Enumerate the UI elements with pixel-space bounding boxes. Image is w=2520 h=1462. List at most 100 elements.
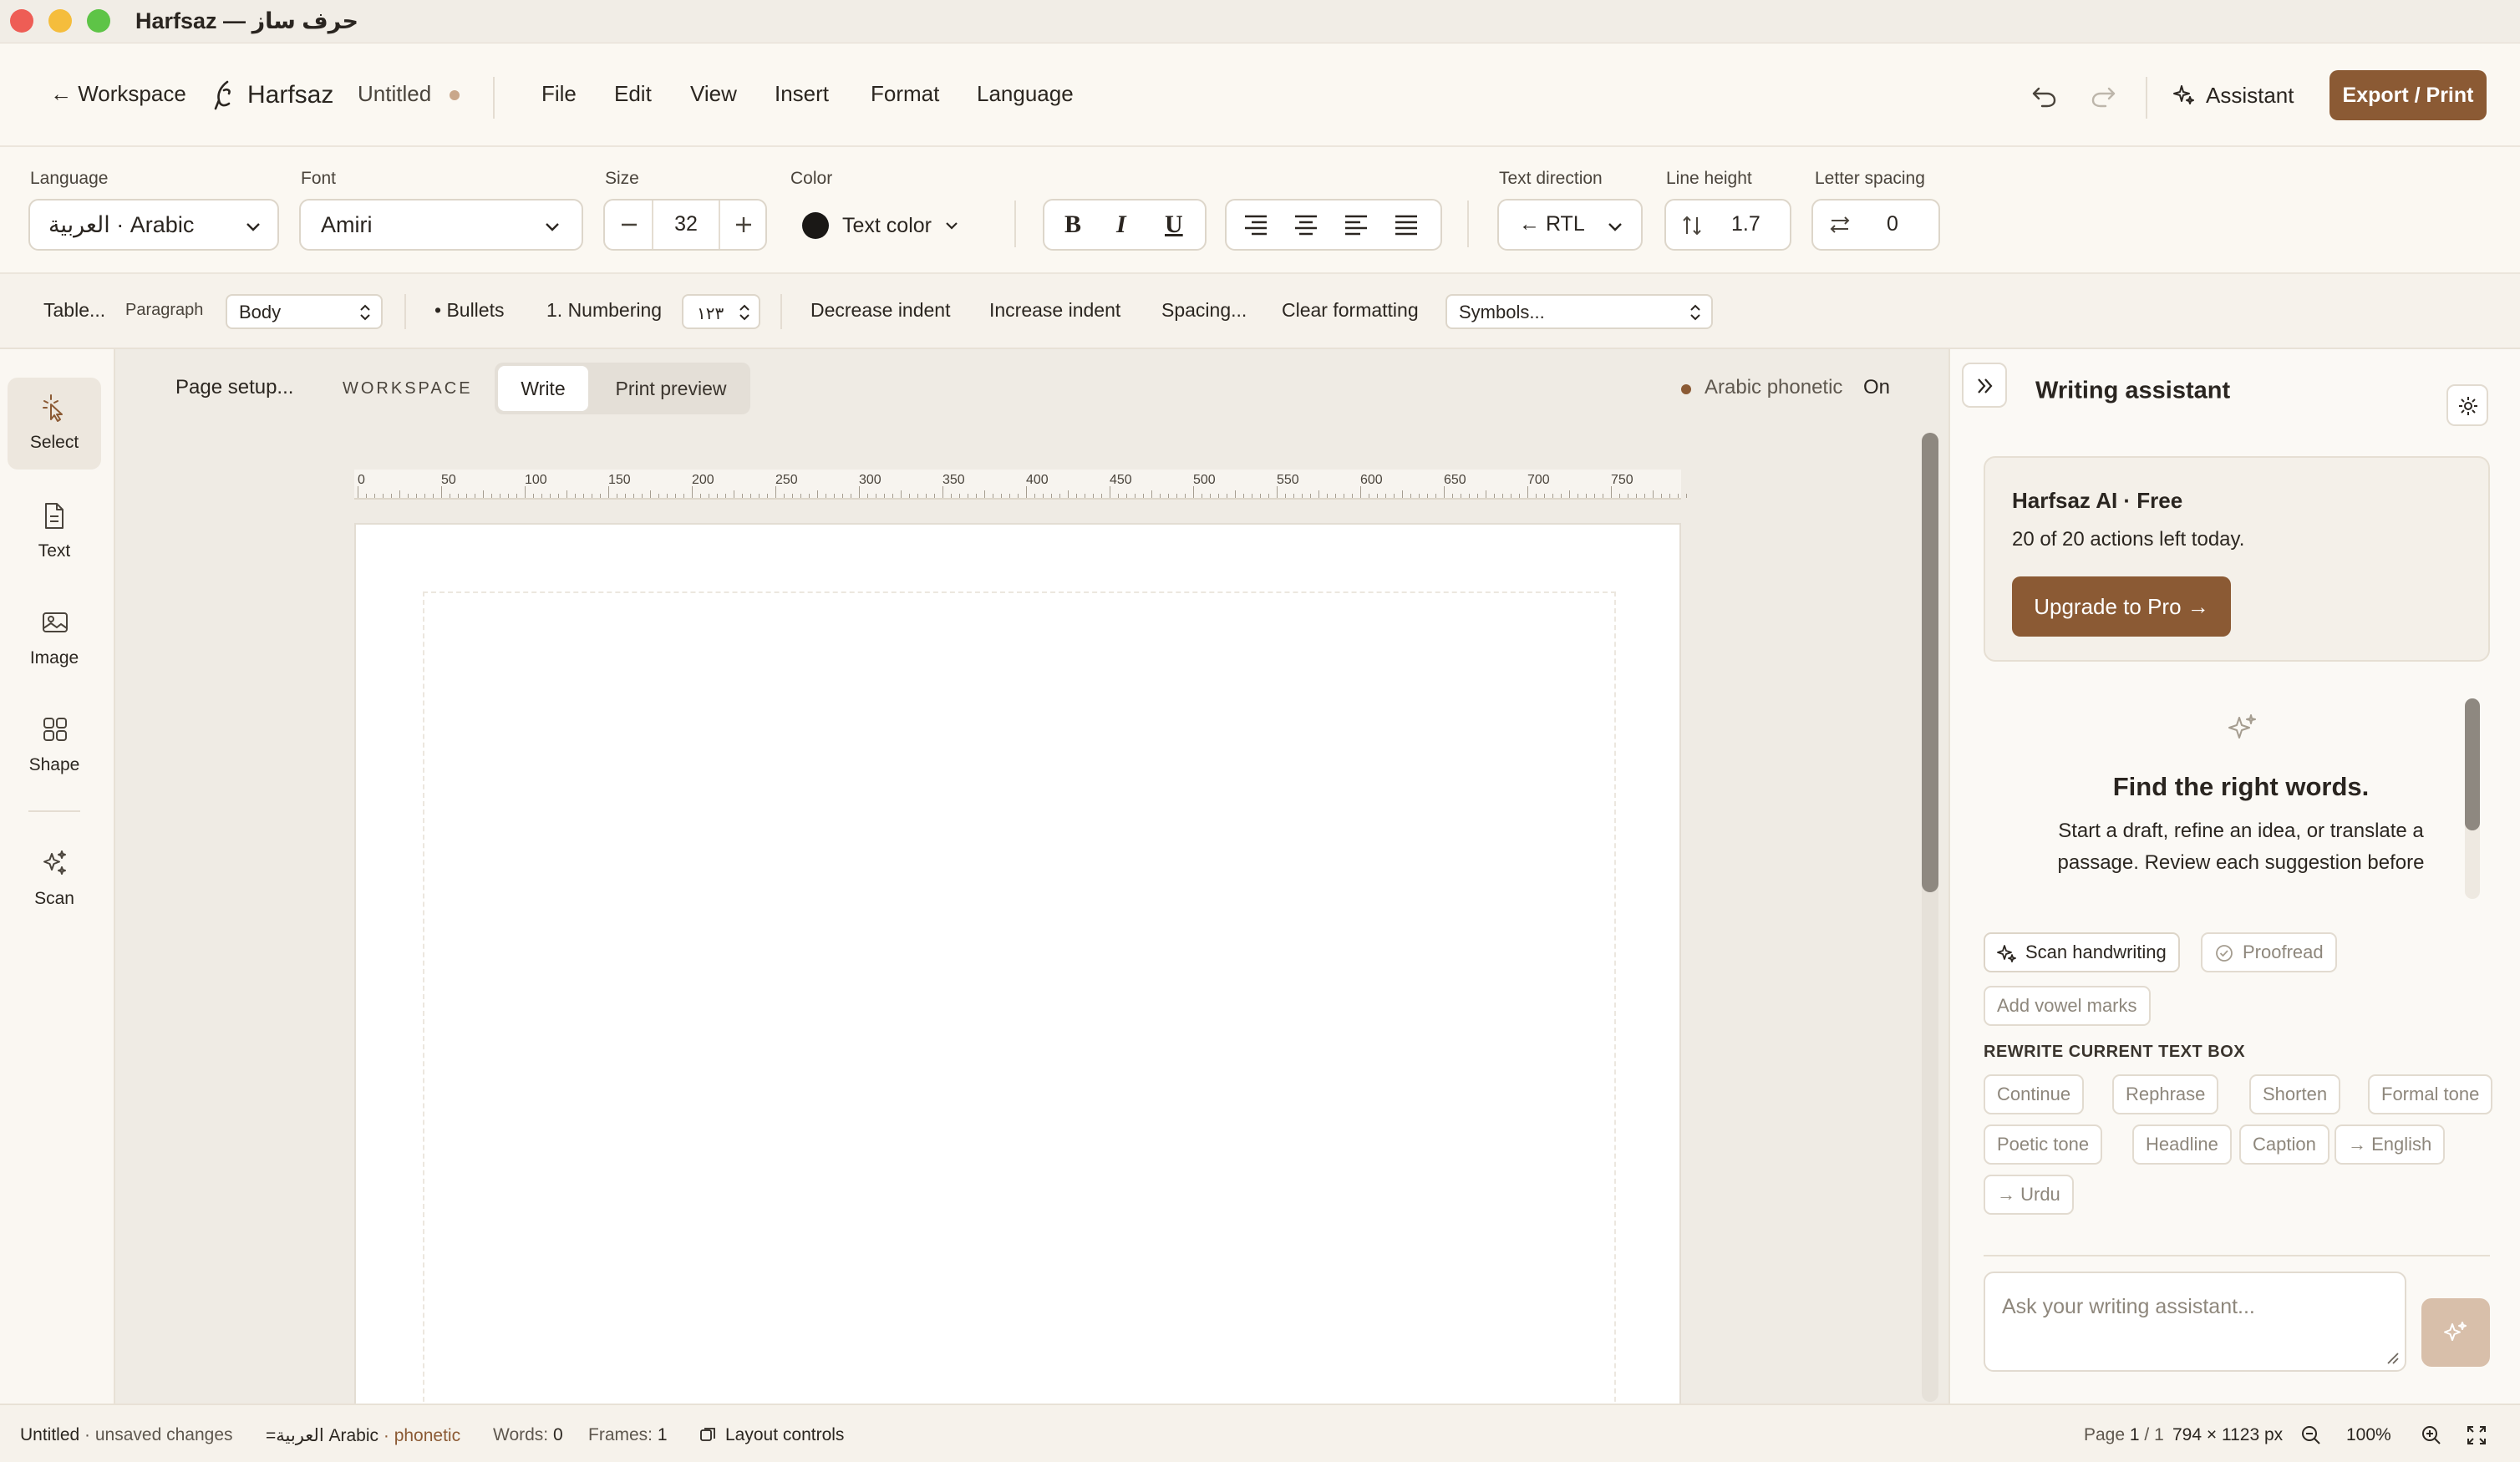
document-state: Untitled · unsaved changes	[20, 1425, 233, 1445]
align-justify-icon[interactable]	[1392, 212, 1420, 237]
translate-english-chip[interactable]: → English	[2335, 1124, 2446, 1165]
send-prompt-button[interactable]	[2421, 1298, 2490, 1367]
text-direction-select[interactable]: ← RTL	[1497, 199, 1643, 251]
underline-button[interactable]: U	[1165, 211, 1183, 239]
assistant-button[interactable]: Assistant	[2172, 79, 2294, 112]
scan-handwriting-chip[interactable]: Scan handwriting	[1984, 932, 2180, 972]
upgrade-button[interactable]: Upgrade to Pro →	[2012, 576, 2231, 637]
spacing-button[interactable]: Spacing...	[1161, 299, 1247, 322]
minimize-window-button[interactable]	[48, 9, 72, 33]
language-value: العربية · Arabic	[48, 212, 195, 237]
rewrite-poetic-tone-chip[interactable]: Poetic tone	[1984, 1124, 2103, 1165]
paragraph-style-select[interactable]: Body	[226, 294, 383, 329]
export-print-button[interactable]: Export / Print	[2329, 70, 2487, 120]
symbols-select[interactable]: Symbols...	[1445, 294, 1713, 329]
resize-handle-icon[interactable]	[2385, 1350, 2400, 1365]
close-window-button[interactable]	[10, 9, 33, 33]
maximize-window-button[interactable]	[87, 9, 110, 33]
ruler-tick-mark	[399, 490, 400, 498]
page-setup-button[interactable]: Page setup...	[175, 376, 293, 399]
document-title[interactable]: Untitled	[358, 81, 431, 107]
tool-text[interactable]: Text	[8, 486, 101, 578]
tool-select[interactable]: Select	[8, 378, 101, 470]
redo-icon[interactable]	[2089, 82, 2117, 110]
ruler-tick-label: 350	[942, 473, 965, 487]
text-color-picker[interactable]: Text color	[802, 209, 960, 242]
decrease-indent-button[interactable]: Decrease indent	[810, 299, 951, 322]
ruler-tick-mark	[1360, 486, 1361, 498]
rewrite-formal-tone-chip[interactable]: Formal tone	[2368, 1074, 2493, 1114]
back-to-workspace-link[interactable]: ← Workspace	[50, 81, 186, 107]
updown-chevron-icon	[1688, 303, 1703, 322]
bullets-button[interactable]: • Bullets	[434, 299, 504, 322]
align-left-icon[interactable]	[1342, 212, 1370, 237]
ruler-tick-mark	[391, 494, 392, 498]
language-label: Language	[30, 169, 109, 188]
bold-button[interactable]: B	[1064, 211, 1081, 239]
italic-button[interactable]: I	[1116, 211, 1126, 239]
document-canvas[interactable]: Page setup... WORKSPACE Write Print prev…	[115, 349, 1948, 1404]
menu-format[interactable]: Format	[871, 81, 939, 107]
panel-scrollbar-thumb[interactable]	[2465, 698, 2480, 830]
add-vowel-marks-chip[interactable]: Add vowel marks	[1984, 986, 2151, 1026]
text-frame[interactable]	[423, 591, 1616, 1404]
menu-edit[interactable]: Edit	[614, 81, 652, 107]
menu-view[interactable]: View	[690, 81, 737, 107]
fullscreen-icon[interactable]	[2465, 1424, 2488, 1447]
language-status[interactable]: =العربية Arabic · phonetic	[266, 1425, 460, 1446]
page-value: 1	[2129, 1425, 2140, 1444]
rewrite-continue-chip[interactable]: Continue	[1984, 1074, 2085, 1114]
decrease-size-button[interactable]	[605, 201, 653, 249]
menu-file[interactable]: File	[541, 81, 577, 107]
letter-spacing-field[interactable]: 0	[1811, 199, 1940, 251]
layout-icon	[699, 1426, 717, 1444]
increase-indent-button[interactable]: Increase indent	[989, 299, 1120, 322]
clear-formatting-button[interactable]: Clear formatting	[1282, 299, 1419, 322]
rewrite-rephrase-chip[interactable]: Rephrase	[2112, 1074, 2219, 1114]
align-center-icon[interactable]	[1292, 212, 1320, 237]
paragraph-style-value: Body	[239, 302, 282, 322]
numbering-button[interactable]: 1. Numbering	[546, 299, 662, 322]
ruler-tick-mark	[1318, 490, 1319, 498]
ruler-tick-mark	[717, 494, 718, 498]
numbering-style-select[interactable]: ١٢٣	[682, 294, 760, 329]
zoom-in-icon[interactable]	[2420, 1424, 2443, 1447]
align-right-icon[interactable]	[1242, 212, 1270, 237]
document-page[interactable]	[354, 523, 1681, 1404]
line-height-field[interactable]: 1.7	[1664, 199, 1791, 251]
zoom-out-icon[interactable]	[2299, 1424, 2323, 1447]
menu-language[interactable]: Language	[977, 81, 1074, 107]
tool-image[interactable]: Image	[8, 593, 101, 685]
proofread-chip[interactable]: Proofread	[2201, 932, 2337, 972]
canvas-scrollbar-thumb[interactable]	[1922, 433, 1938, 892]
write-mode-tab[interactable]: Write	[498, 366, 588, 411]
phonetic-toggle[interactable]: On	[1863, 376, 1890, 399]
ruler-tick-mark	[458, 494, 459, 498]
rewrite-headline-chip[interactable]: Headline	[2132, 1124, 2232, 1165]
font-select[interactable]: Amiri	[299, 199, 583, 251]
line-height-icon	[1681, 214, 1703, 237]
increase-size-button[interactable]	[719, 201, 767, 249]
layout-controls-button[interactable]: Layout controls	[699, 1425, 844, 1445]
table-button[interactable]: Table...	[43, 299, 105, 322]
collapse-panel-button[interactable]	[1962, 363, 2007, 408]
size-value[interactable]: 32	[653, 212, 719, 236]
chevron-down-icon	[943, 217, 960, 234]
tool-shape[interactable]: Shape	[8, 700, 101, 792]
rewrite-shorten-chip[interactable]: Shorten	[2249, 1074, 2341, 1114]
undo-icon[interactable]	[2030, 82, 2059, 110]
print-preview-tab[interactable]: Print preview	[595, 366, 747, 411]
ruler-tick-mark	[483, 490, 484, 498]
zoom-level[interactable]: 100%	[2346, 1425, 2391, 1445]
menu-insert[interactable]: Insert	[775, 81, 829, 107]
assistant-prompt-input[interactable]: Ask your writing assistant...	[1984, 1272, 2406, 1372]
rewrite-caption-chip[interactable]: Caption	[2239, 1124, 2329, 1165]
translate-urdu-chip[interactable]: → Urdu	[1984, 1175, 2074, 1215]
assistant-label: Assistant	[2206, 82, 2294, 108]
language-select[interactable]: العربية · Arabic	[28, 199, 279, 251]
menubar: ← Workspace Harfsaz Untitled File Edit V…	[0, 43, 2520, 147]
font-value: Amiri	[321, 212, 373, 237]
page-size: 794 × 1123 px	[2172, 1425, 2284, 1444]
panel-settings-button[interactable]	[2446, 384, 2488, 426]
tool-scan[interactable]: Scan	[8, 834, 101, 926]
